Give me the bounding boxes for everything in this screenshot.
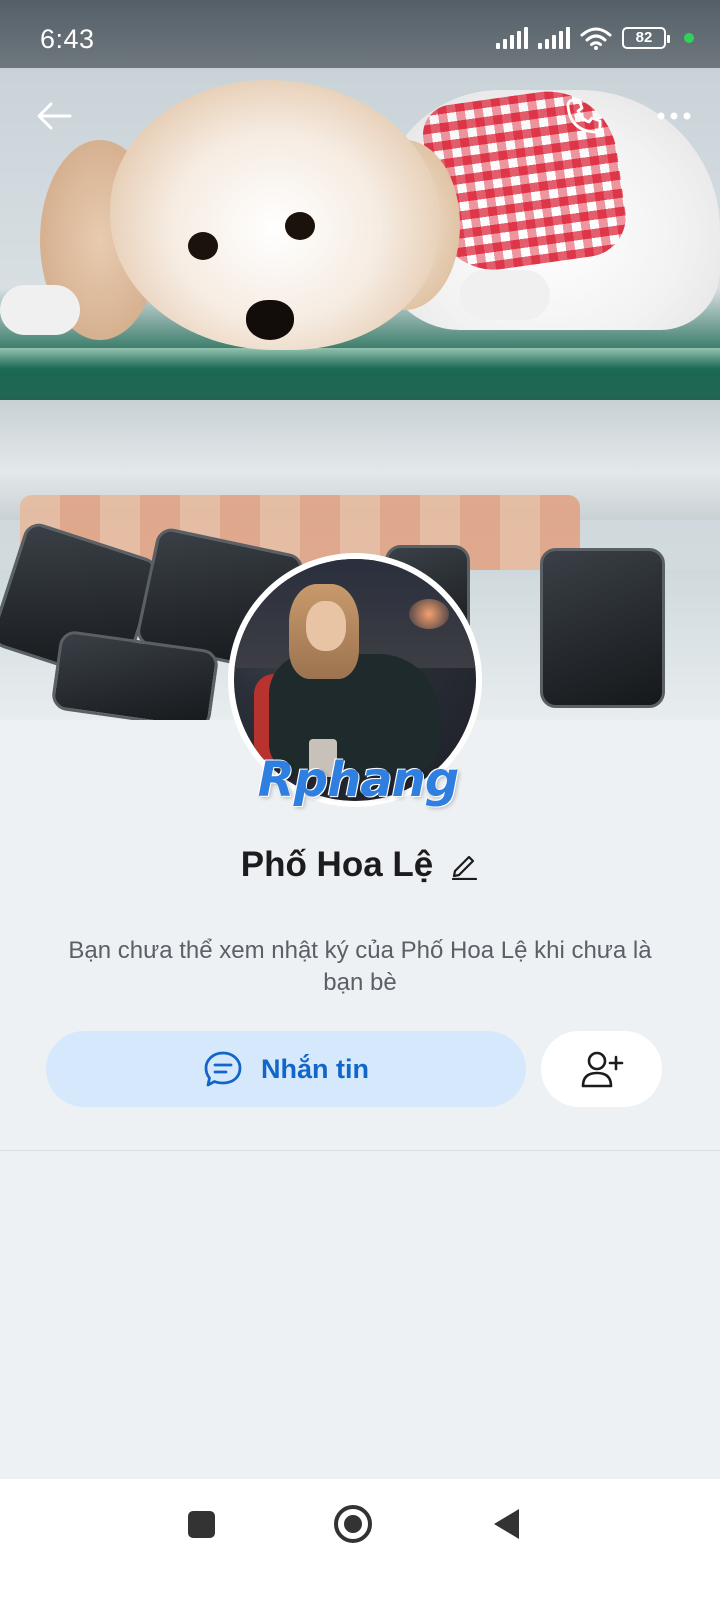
phone-icon	[566, 98, 602, 134]
dog-paw	[460, 270, 550, 320]
profile-name: Phố Hoa Lệ	[240, 845, 434, 884]
signal-icon	[538, 27, 570, 49]
watermark-logo: Rphang	[257, 752, 459, 808]
call-button[interactable]	[560, 92, 608, 140]
status-time: 6:43	[40, 24, 95, 54]
dog-paw	[0, 285, 80, 335]
status-bar: 6:43 82	[0, 0, 720, 68]
status-icons: 82	[496, 26, 694, 50]
message-button-label: Nhắn tin	[261, 1053, 369, 1084]
nav-back-button[interactable]	[494, 1509, 519, 1539]
add-friend-button[interactable]	[541, 1031, 662, 1107]
chat-bubble-icon	[204, 1051, 242, 1087]
dog-nose	[246, 300, 294, 340]
system-nav-bar	[0, 1479, 720, 1600]
privacy-note: Bạn chưa thể xem nhật ký của Phố Hoa Lệ …	[68, 937, 652, 996]
cover-glass	[0, 348, 720, 400]
arrow-left-icon	[37, 102, 72, 130]
battery-icon: 82	[622, 27, 670, 49]
more-button[interactable]	[650, 92, 698, 140]
section-divider	[0, 1150, 720, 1151]
add-friend-icon	[581, 1051, 623, 1088]
message-button[interactable]: Nhắn tin	[46, 1031, 526, 1107]
dog-eye	[285, 212, 315, 240]
wifi-icon	[580, 27, 612, 50]
pencil-edit-icon[interactable]	[449, 850, 479, 880]
privacy-indicator-dot	[684, 33, 694, 43]
profile-name-row: Phố Hoa Lệ	[0, 845, 720, 885]
back-button[interactable]	[30, 92, 78, 140]
circle-icon	[344, 1515, 362, 1533]
dog-eye	[188, 232, 218, 260]
more-horizontal-icon	[657, 112, 691, 120]
signal-icon	[496, 27, 528, 49]
home-button[interactable]	[334, 1505, 372, 1543]
cover-phone	[540, 548, 665, 708]
recent-apps-button[interactable]	[188, 1511, 215, 1538]
